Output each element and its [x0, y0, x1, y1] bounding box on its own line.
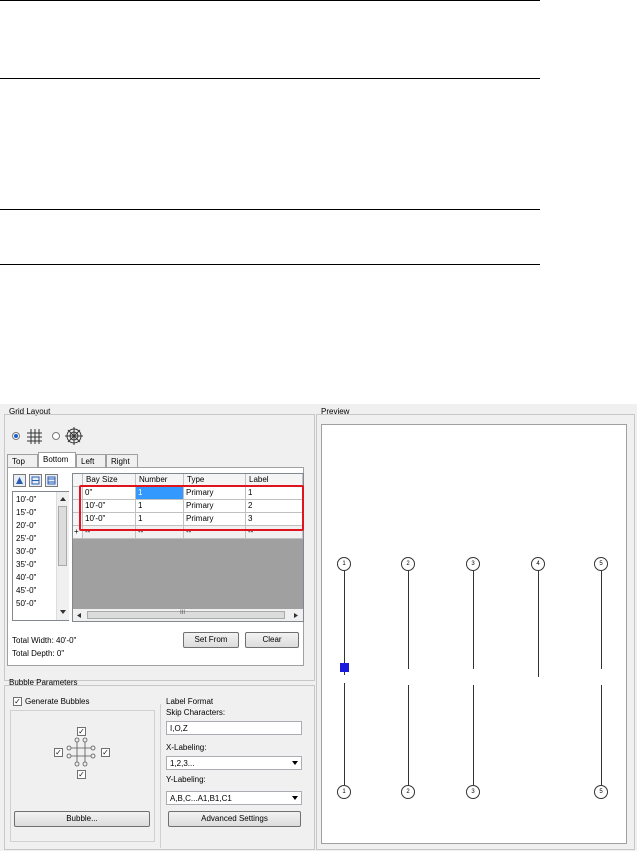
scroll-grip-glyph: III — [180, 610, 186, 616]
grid-bubble-bottom: 5 — [594, 785, 608, 799]
y-labeling-value: A,B,C...A1,B1,C1 — [170, 794, 232, 803]
rectangular-grid-icon — [27, 429, 42, 444]
tab-right-label: Right — [111, 457, 130, 466]
bubble-layout-icon — [66, 737, 96, 767]
add-bay-button[interactable] — [13, 474, 26, 487]
selection-marker[interactable] — [340, 663, 349, 672]
preview-canvas: 1 2 3 4 5 1 2 3 5 — [321, 424, 627, 844]
bubble-top-checkbox[interactable]: ✓ — [77, 727, 86, 736]
scroll-up-icon — [60, 497, 66, 501]
skip-characters-label: Skip Characters: — [166, 708, 226, 717]
bay-size-list[interactable]: 10'-0" 15'-0" 20'-0" 25'-0" 30'-0" 35'-0… — [12, 491, 69, 621]
grid-line-2-upper — [408, 571, 409, 669]
grid-bubble-top: 1 — [337, 557, 351, 571]
list-item[interactable]: 40'-0" — [16, 573, 36, 582]
list-item[interactable]: 45'-0" — [16, 586, 36, 595]
grid-bubble-top: 3 — [466, 557, 480, 571]
y-labeling-select[interactable]: A,B,C...A1,B1,C1 — [166, 791, 302, 805]
generate-bubbles-checkbox[interactable]: ✓ — [13, 697, 22, 706]
list-item[interactable]: 50'-0" — [16, 599, 36, 608]
clear-button[interactable]: Clear — [245, 632, 299, 648]
table-scroll-thumb[interactable]: III — [87, 610, 285, 619]
table-horizontal-scrollbar[interactable]: III — [73, 609, 303, 621]
tab-left-label: Left — [81, 457, 95, 466]
grid-line-1-upper — [344, 571, 345, 675]
grid-bubble-top: 4 — [531, 557, 545, 571]
tab-top-label: Top — [12, 457, 25, 466]
y-labeling-label: Y-Labeling: — [166, 775, 206, 784]
grid-bubble-top: 2 — [401, 557, 415, 571]
grid-line-5-lower — [601, 685, 602, 785]
list-item[interactable]: 15'-0" — [16, 508, 36, 517]
bubble-label: 2 — [406, 789, 410, 795]
list-item[interactable]: 35'-0" — [16, 560, 36, 569]
grid-bubble-top: 5 — [594, 557, 608, 571]
grid-bubble-bottom: 1 — [337, 785, 351, 799]
grid-bubble-bottom: 3 — [466, 785, 480, 799]
total-width-text: Total Width: 40'-0" — [12, 636, 77, 645]
grid-line-5-upper — [601, 571, 602, 669]
bubble-label: 1 — [342, 561, 346, 567]
advanced-settings-button[interactable]: Advanced Settings — [168, 811, 301, 827]
add-bay-icon — [16, 477, 23, 484]
insert-bay-button[interactable] — [29, 474, 42, 487]
grid-line-4 — [538, 571, 539, 677]
scroll-down-icon — [60, 610, 66, 614]
bubble-label: 3 — [471, 789, 475, 795]
list-scrollbar[interactable] — [56, 492, 69, 620]
bubble-bottom-checkbox[interactable]: ✓ — [77, 770, 86, 779]
rectangular-grid-radio[interactable] — [12, 432, 20, 440]
bubble-label: 5 — [599, 789, 603, 795]
delete-bay-button[interactable] — [45, 474, 58, 487]
scroll-right-icon — [294, 613, 298, 618]
list-item[interactable]: 20'-0" — [16, 521, 36, 530]
label-format-title: Label Format — [166, 697, 214, 706]
radial-grid-radio[interactable] — [52, 432, 60, 440]
grid-bubble-bottom: 2 — [401, 785, 415, 799]
chevron-down-icon — [292, 796, 298, 800]
separator-line-4 — [0, 264, 540, 265]
bubble-label: 5 — [599, 561, 603, 567]
separator-line-2 — [0, 78, 540, 79]
bubble-label: 3 — [471, 561, 475, 567]
bubble-button[interactable]: Bubble... — [14, 811, 150, 827]
list-scroll-thumb[interactable] — [58, 506, 67, 566]
list-item[interactable]: 10'-0" — [16, 495, 36, 504]
rows-highlight — [79, 485, 304, 531]
generate-bubbles-label: Generate Bubbles — [25, 697, 90, 706]
set-from-button[interactable]: Set From — [183, 632, 239, 648]
tab-bottom[interactable]: Bottom — [38, 452, 76, 468]
skip-characters-field[interactable]: I,O,Z — [166, 721, 302, 735]
x-labeling-value: 1,2,3... — [170, 759, 195, 768]
x-labeling-select[interactable]: 1,2,3... — [166, 756, 302, 770]
bubble-label: 1 — [342, 789, 346, 795]
insert-bay-icon — [31, 476, 40, 485]
grid-line-3-lower — [473, 685, 474, 785]
delete-bay-icon — [47, 476, 56, 485]
x-labeling-label: X-Labeling: — [166, 743, 207, 752]
bubble-label: 4 — [536, 561, 540, 567]
grid-line-2-lower — [408, 685, 409, 785]
bubble-label: 2 — [406, 561, 410, 567]
tab-bottom-label: Bottom — [43, 455, 69, 464]
grid-dialog: Grid Layout Top Bottom Left Right 10'-0"… — [0, 404, 637, 851]
scroll-left-icon — [77, 613, 81, 618]
tab-top[interactable]: Top — [7, 454, 38, 468]
bubble-right-checkbox[interactable]: ✓ — [101, 748, 110, 757]
total-depth-text: Total Depth: 0" — [12, 649, 65, 658]
separator-line-3 — [0, 209, 540, 210]
tab-right[interactable]: Right — [106, 454, 138, 468]
tab-left[interactable]: Left — [76, 454, 106, 468]
radial-grid-icon — [65, 427, 83, 445]
grid-line-1-lower — [344, 683, 345, 785]
chevron-down-icon — [292, 761, 298, 765]
grid-line-3-upper — [473, 571, 474, 669]
separator-line-1 — [0, 0, 540, 1]
list-item[interactable]: 25'-0" — [16, 534, 36, 543]
list-item[interactable]: 30'-0" — [16, 547, 36, 556]
bubble-left-checkbox[interactable]: ✓ — [54, 748, 63, 757]
